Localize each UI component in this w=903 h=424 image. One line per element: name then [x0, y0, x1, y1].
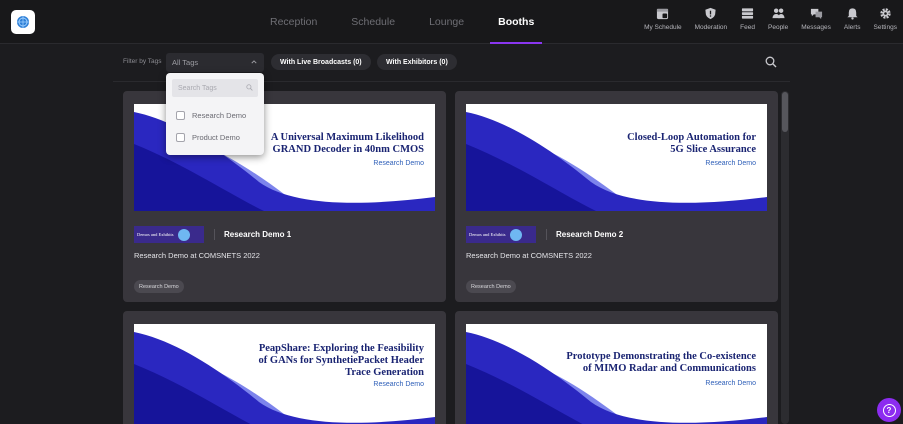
alerts-label: Alerts [843, 24, 861, 31]
settings-button[interactable]: Settings [873, 7, 898, 31]
booth-name: Research Demo 2 [556, 230, 624, 239]
banner-title-line-1: Prototype Demonstrating the Co-existence [566, 351, 756, 362]
booth-banner: Closed-Loop Automation for 5G Slice Assu… [466, 104, 767, 211]
banner-title-line-1: Closed-Loop Automation for [627, 132, 756, 143]
tag-option-label: Research Demo [192, 111, 247, 120]
banner-title-line-1: A Universal Maximum Likelihood [270, 132, 424, 143]
tag-filter-select[interactable]: All Tags [166, 53, 264, 72]
feed-icon [742, 8, 754, 19]
booth-tag: Research Demo [466, 280, 516, 293]
people-label: People [768, 24, 789, 31]
my-schedule-label: My Schedule [644, 24, 682, 31]
moderation-button[interactable]: Moderation [694, 7, 728, 31]
main-nav: Reception Schedule Lounge Booths [262, 0, 560, 44]
help-button[interactable]: ? [877, 398, 901, 422]
moderation-label: Moderation [694, 24, 728, 31]
tag-filter-dropdown: Search Tags Research Demo Product Demo [166, 73, 264, 155]
tab-lounge[interactable]: Lounge [421, 0, 472, 44]
search-icon [246, 84, 253, 91]
top-bar: Reception Schedule Lounge Booths My Sche… [0, 0, 903, 44]
booth-card-3[interactable]: PeapShare: Exploring the Feasibility of … [123, 311, 446, 424]
my-schedule-button[interactable]: My Schedule [644, 7, 682, 31]
banner-subtitle: Research Demo [705, 380, 756, 387]
organizer-logo-text: Demos and Exhibits [469, 232, 506, 237]
booth-banner: Prototype Demonstrating the Co-existence… [466, 324, 767, 424]
booth-description: Research Demo at COMSNETS 2022 [466, 251, 592, 260]
banner-title-line-2: 5G Slice Assurance [670, 144, 756, 155]
feed-label: Feed [740, 24, 755, 31]
banner-title-line-2: of MIMO Radar and Communications [582, 363, 756, 374]
event-logo[interactable] [11, 10, 35, 34]
checkbox[interactable] [176, 133, 185, 142]
tag-filter-value: All Tags [172, 58, 199, 67]
booth-name: Research Demo 1 [224, 230, 292, 239]
checkbox[interactable] [176, 111, 185, 120]
banner-title-line-2: of GANs for SynthetiePacket Header [258, 355, 424, 366]
banner-title-line-2: GRAND Decoder in 40nm CMOS [272, 144, 424, 155]
bell-icon [847, 8, 858, 20]
banner-subtitle: Research Demo [705, 160, 756, 167]
booth-card-4[interactable]: Prototype Demonstrating the Co-existence… [455, 311, 778, 424]
scrollbar-thumb[interactable] [782, 92, 788, 132]
separator [546, 229, 547, 240]
tag-option-label: Product Demo [192, 133, 240, 142]
live-broadcasts-filter[interactable]: With Live Broadcasts (0) [271, 54, 371, 70]
banner-title-line-1: PeapShare: Exploring the Feasibility [258, 343, 424, 354]
organizer-logo: Demos and Exhibits [134, 226, 204, 243]
banner-subtitle: Research Demo [373, 381, 424, 388]
calendar-icon [657, 8, 669, 20]
globe-logo-icon [17, 16, 29, 28]
messages-label: Messages [801, 24, 831, 31]
globe-icon [178, 228, 190, 241]
tab-schedule[interactable]: Schedule [343, 0, 403, 44]
feed-button[interactable]: Feed [740, 7, 755, 31]
filter-label: Filter by Tags [123, 58, 162, 65]
app-root: Reception Schedule Lounge Booths My Sche… [0, 0, 903, 424]
search-icon[interactable] [765, 56, 777, 68]
tab-reception[interactable]: Reception [262, 0, 325, 44]
globe-icon [510, 228, 522, 241]
tab-booths[interactable]: Booths [490, 0, 543, 44]
separator [214, 229, 215, 240]
messages-icon [810, 8, 822, 20]
booth-card-2[interactable]: Closed-Loop Automation for 5G Slice Assu… [455, 91, 778, 302]
alerts-button[interactable]: Alerts [844, 7, 861, 31]
gear-icon [880, 8, 891, 19]
people-icon [772, 8, 785, 19]
booth-tag: Research Demo [134, 280, 184, 293]
booth-banner: PeapShare: Exploring the Feasibility of … [134, 324, 435, 424]
exhibitors-filter[interactable]: With Exhibitors (0) [377, 54, 457, 70]
scrollbar-track[interactable] [781, 91, 789, 424]
banner-title-line-3: Trace Generation [345, 367, 424, 378]
tag-option-research-demo[interactable]: Research Demo [176, 111, 246, 120]
shield-icon [705, 7, 717, 20]
settings-label: Settings [873, 24, 898, 31]
organizer-logo-text: Demos and Exhibits [137, 232, 174, 237]
banner-subtitle: Research Demo [373, 160, 424, 167]
organizer-logo: Demos and Exhibits [466, 226, 536, 243]
tag-option-product-demo[interactable]: Product Demo [176, 133, 240, 142]
wave-graphic [466, 104, 767, 211]
question-icon: ? [882, 403, 896, 417]
chevron-up-icon [251, 60, 257, 64]
messages-button[interactable]: Messages [801, 7, 831, 31]
people-button[interactable]: People [768, 7, 788, 31]
booth-description: Research Demo at COMSNETS 2022 [134, 251, 260, 260]
filter-bar: Filter by Tags All Tags With Live Broadc… [0, 44, 903, 82]
toolbar: My Schedule Moderation Feed People Messa… [631, 7, 897, 31]
